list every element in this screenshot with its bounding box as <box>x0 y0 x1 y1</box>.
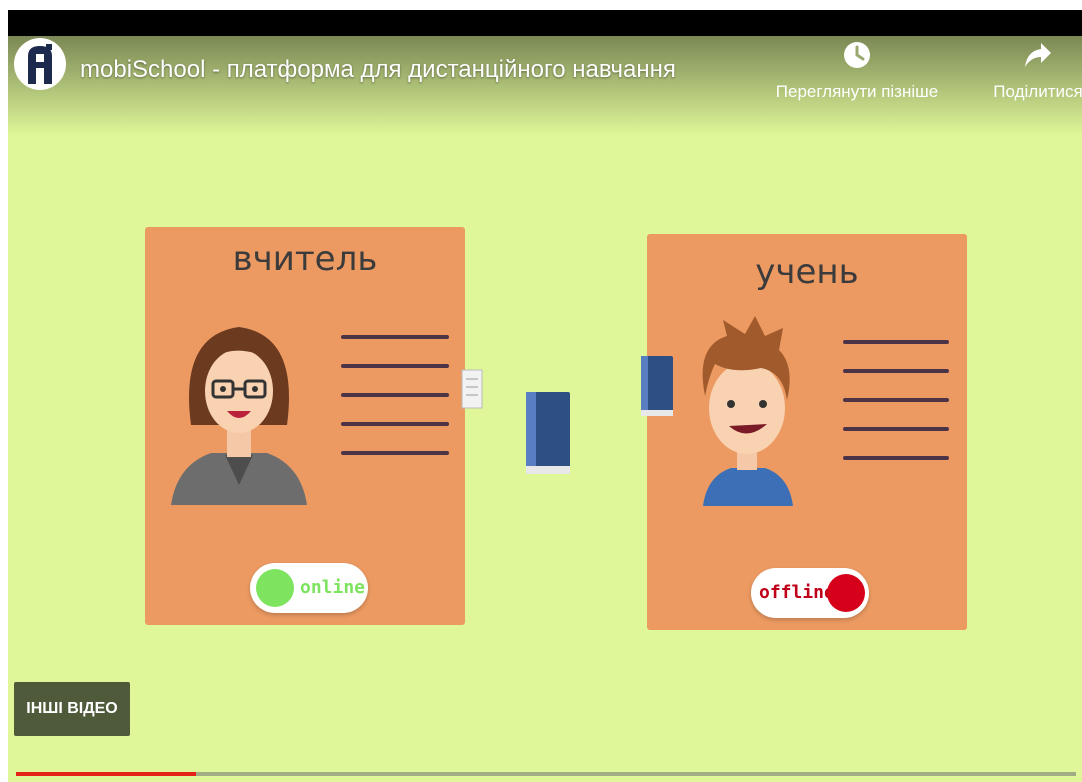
share-arrow-icon <box>1025 43 1051 67</box>
book-icon <box>526 392 570 474</box>
video-title[interactable]: mobiSchool - платформа для дистанційного… <box>80 56 676 84</box>
teacher-card-title: вчитель <box>232 239 378 279</box>
student-avatar-icon <box>702 316 793 506</box>
teacher-text-lines <box>341 335 449 480</box>
progress-played <box>16 772 197 776</box>
paper-note-icon <box>461 369 483 409</box>
small-book-icon <box>641 356 673 416</box>
teacher-avatar-icon <box>171 327 307 505</box>
offline-status-label: offline <box>759 582 835 603</box>
channel-logo[interactable] <box>14 38 66 90</box>
offline-toggle-knob <box>827 574 865 612</box>
online-toggle-knob <box>256 569 294 607</box>
teacher-card: вчитель online <box>145 227 483 625</box>
mobischool-logo-icon <box>28 44 52 84</box>
video-player[interactable]: mobiSchool - платформа для дистанційного… <box>8 10 1082 782</box>
share-label: Поділитися <box>993 82 1082 101</box>
watch-later-label: Переглянути пізніше <box>775 82 939 101</box>
video-progress-bar[interactable] <box>16 772 1076 776</box>
watch-later-button[interactable]: Переглянути пізніше <box>756 38 958 102</box>
online-status-toggle[interactable]: online <box>250 563 368 613</box>
student-card: учень offline <box>641 234 967 630</box>
share-button[interactable]: Поділитися <box>968 38 1082 102</box>
top-black-bar <box>8 10 1082 36</box>
other-videos-button[interactable]: ІНШІ ВІДЕО <box>14 682 130 736</box>
student-text-lines <box>843 340 949 485</box>
offline-status-toggle[interactable]: offline <box>751 568 869 618</box>
clock-icon <box>844 42 870 68</box>
online-status-label: online <box>300 577 366 598</box>
student-card-title: учень <box>755 252 859 292</box>
